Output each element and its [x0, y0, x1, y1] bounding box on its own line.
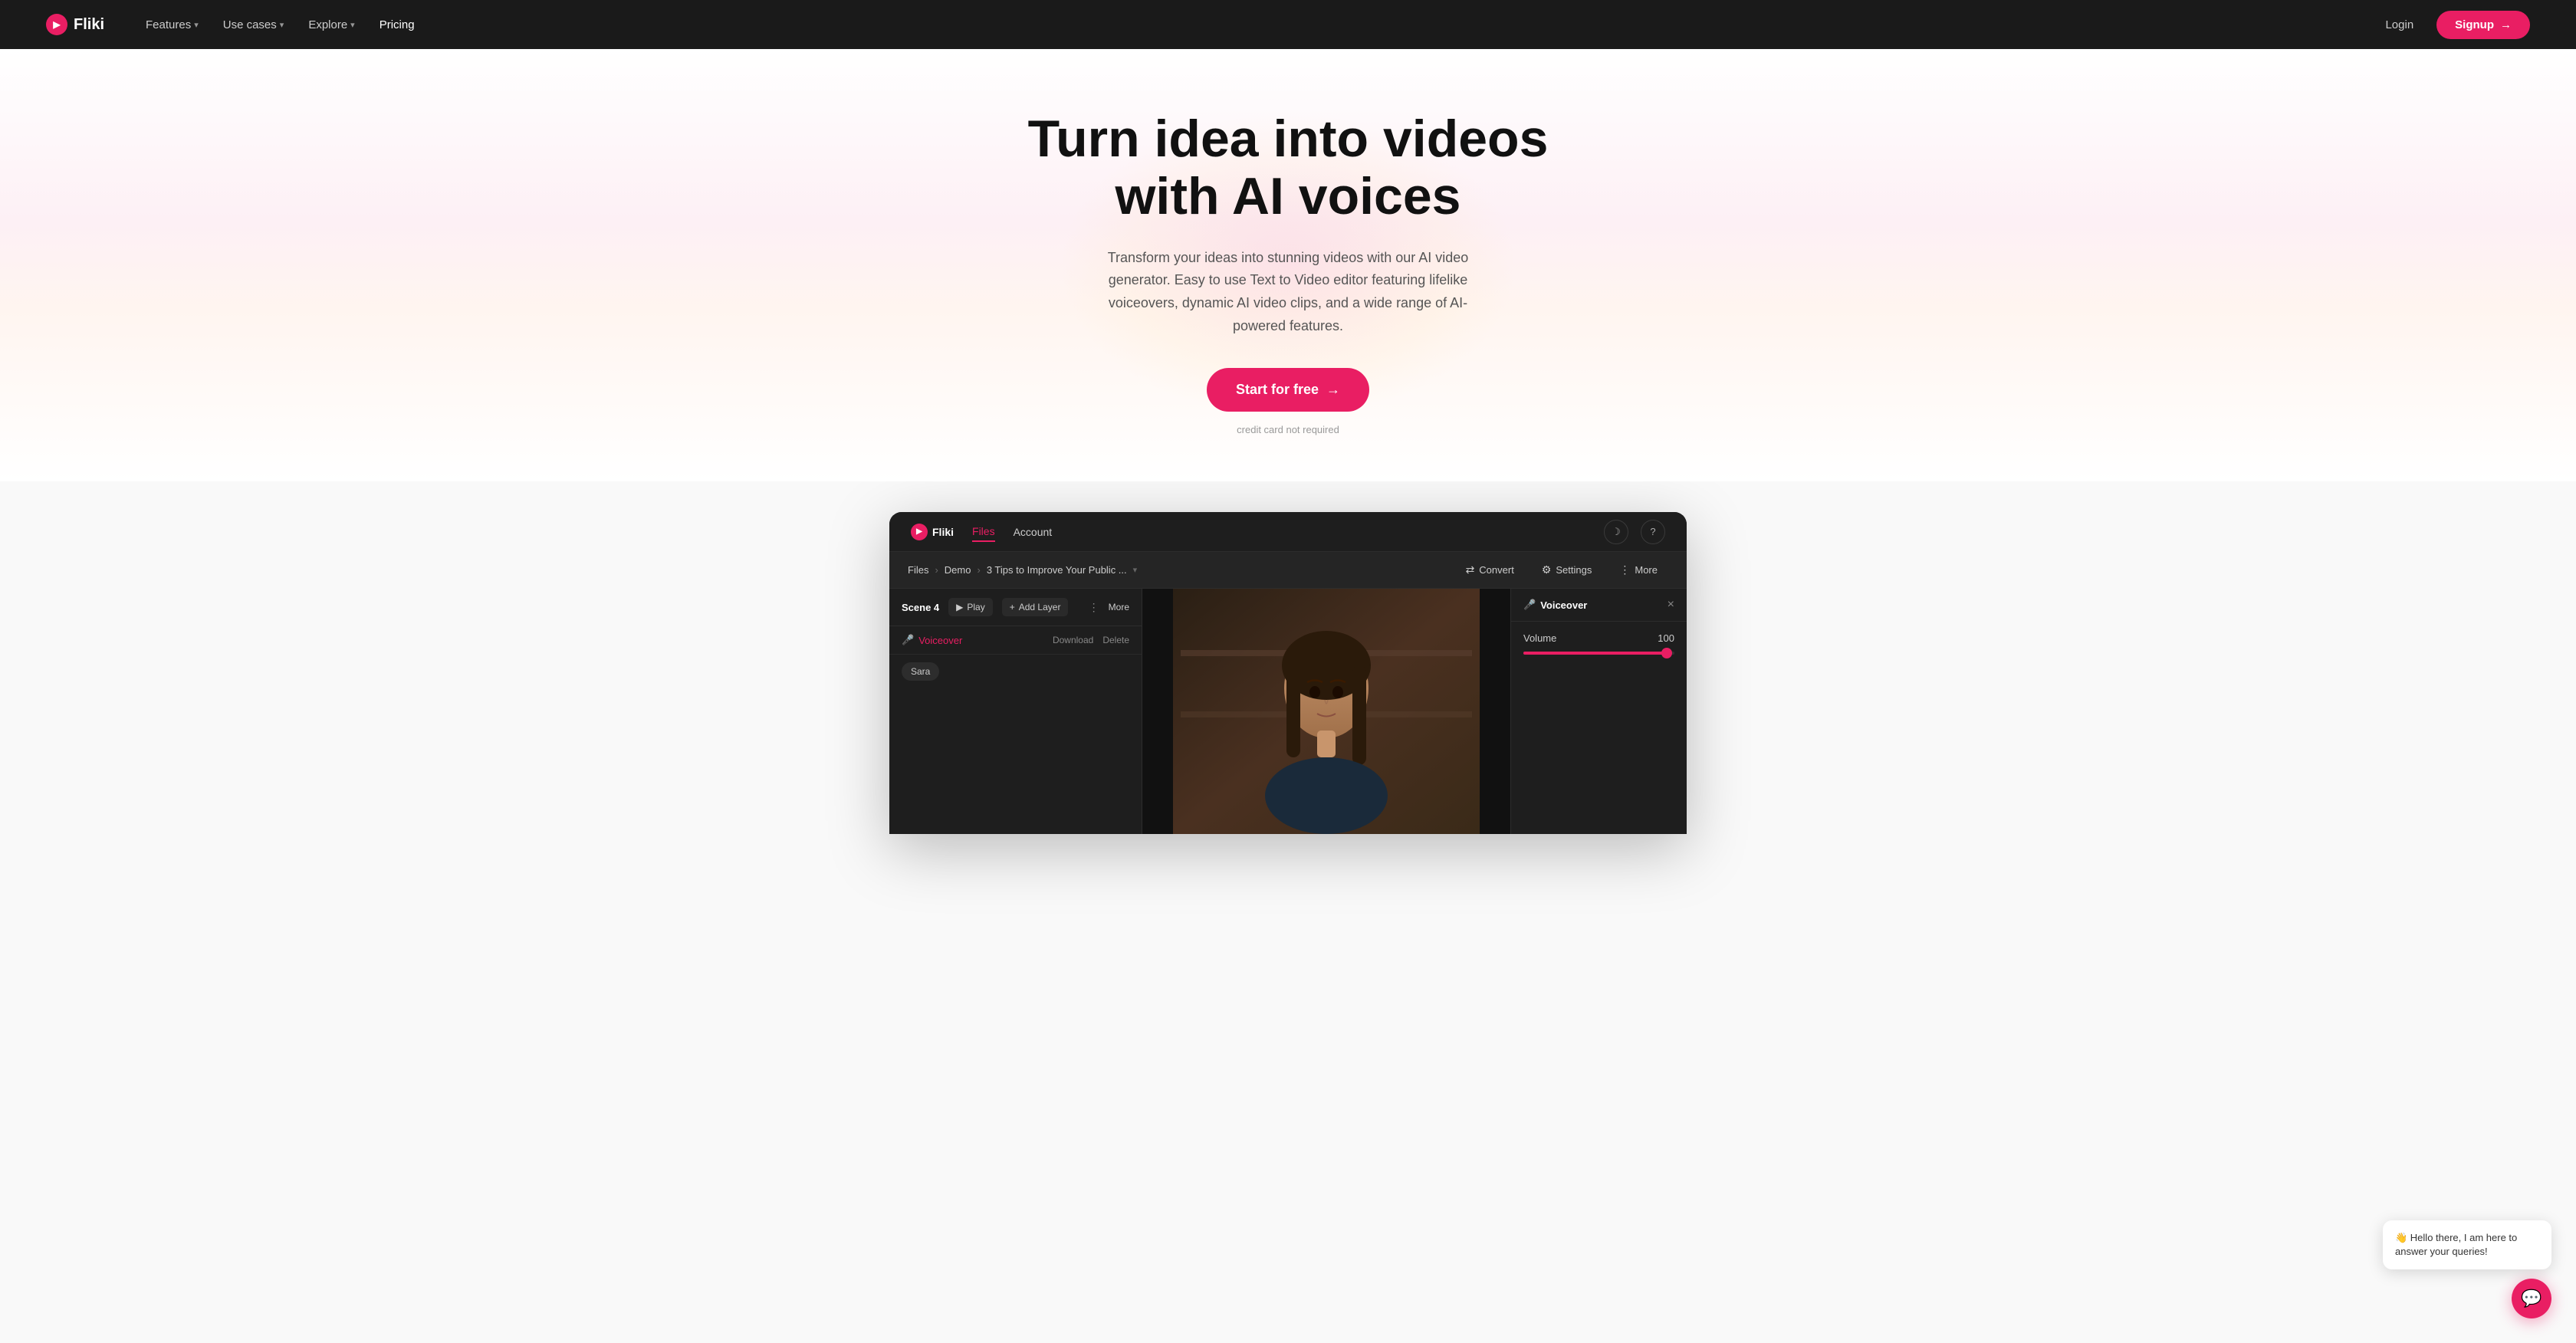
app-right-panel: 🎤 Voiceover × Volume 100 [1510, 589, 1687, 834]
settings-icon: ⚙ [1542, 563, 1552, 576]
convert-button[interactable]: ⇄ Convert [1455, 559, 1525, 581]
voiceover-label[interactable]: 🎤 Voiceover [902, 634, 962, 646]
breadcrumb-current[interactable]: 3 Tips to Improve Your Public ... [987, 564, 1127, 576]
microphone-icon: 🎤 [1523, 599, 1536, 611]
close-button[interactable]: × [1668, 598, 1674, 612]
arrow-icon: → [2500, 18, 2512, 31]
voiceover-row: 🎤 Voiceover Download Delete [889, 626, 1142, 655]
voiceover-panel-title: 🎤 Voiceover [1523, 599, 1587, 611]
volume-value: 100 [1658, 632, 1674, 644]
fliki-logo-icon: ▶ [46, 14, 67, 35]
breadcrumb-separator: › [935, 564, 938, 576]
nav-menu: Features ▾ Use cases ▾ Explore ▾ Pricing [135, 12, 426, 38]
app-video-panel [1142, 589, 1510, 834]
breadcrumb: Files › Demo › 3 Tips to Improve Your Pu… [908, 564, 1137, 576]
app-preview-section: ▶ Fliki Files Account ☽ ? Files › Demo ›… [0, 481, 2576, 834]
chat-bubble: 👋 Hello there, I am here to answer your … [2383, 1220, 2551, 1269]
app-logo[interactable]: ▶ Fliki [911, 524, 954, 540]
chevron-down-icon: ▾ [280, 20, 284, 30]
navbar: ▶ Fliki Features ▾ Use cases ▾ Explore ▾… [0, 0, 2576, 49]
volume-slider-thumb [1661, 648, 1672, 658]
tab-account[interactable]: Account [1014, 523, 1053, 541]
volume-label: Volume [1523, 632, 1556, 644]
breadcrumb-demo[interactable]: Demo [945, 564, 971, 576]
app-topbar-left: ▶ Fliki Files Account [911, 522, 1052, 542]
hero-note: credit card not required [1237, 424, 1339, 435]
nav-item-use-cases[interactable]: Use cases ▾ [212, 12, 295, 38]
nav-left: ▶ Fliki Features ▾ Use cases ▾ Explore ▾… [46, 12, 426, 38]
scene-label: Scene 4 [902, 602, 939, 613]
voiceover-actions: Download Delete [1053, 635, 1129, 645]
add-layer-button[interactable]: + Add Layer [1002, 598, 1069, 616]
chevron-down-icon: ▾ [194, 20, 199, 30]
more-button[interactable]: ⋮ More [1608, 559, 1668, 581]
nav-item-pricing[interactable]: Pricing [369, 12, 426, 38]
hero-subtitle: Transform your ideas into stunning video… [1089, 247, 1487, 338]
download-action[interactable]: Download [1053, 635, 1093, 645]
delete-action[interactable]: Delete [1102, 635, 1129, 645]
app-content: Scene 4 ▶ Play + Add Layer ⋮ More 🎤 [889, 589, 1687, 834]
add-icon: + [1010, 602, 1015, 612]
more-options-icon[interactable]: ⋮ [1089, 601, 1099, 614]
signup-button[interactable]: Signup → [2436, 11, 2530, 39]
video-thumbnail [1142, 589, 1510, 834]
scene-header: Scene 4 ▶ Play + Add Layer ⋮ More [889, 589, 1142, 626]
breadcrumb-actions: ⇄ Convert ⚙ Settings ⋮ More [1455, 559, 1668, 581]
sara-badge[interactable]: Sara [902, 662, 939, 681]
chat-open-button[interactable]: 💬 [2512, 1279, 2551, 1318]
dark-mode-button[interactable]: ☽ [1604, 520, 1628, 544]
convert-icon: ⇄ [1466, 563, 1475, 576]
volume-slider-fill [1523, 652, 1667, 655]
chat-widget: 👋 Hello there, I am here to answer your … [2383, 1220, 2551, 1318]
nav-item-explore[interactable]: Explore ▾ [297, 12, 365, 38]
hero-cta-button[interactable]: Start for free → [1207, 368, 1369, 412]
volume-row: Volume 100 [1511, 622, 1687, 652]
app-topbar: ▶ Fliki Files Account ☽ ? [889, 512, 1687, 552]
hero-section: Turn idea into videos with AI voices Tra… [0, 49, 2576, 481]
play-icon: ▶ [956, 602, 963, 612]
voiceover-panel-header: 🎤 Voiceover × [1511, 589, 1687, 622]
arrow-icon: → [1326, 382, 1340, 398]
hero-title: Turn idea into videos with AI voices [1028, 110, 1549, 225]
nav-logo[interactable]: ▶ Fliki [46, 14, 104, 35]
chevron-down-icon[interactable]: ▾ [1133, 565, 1138, 575]
chevron-down-icon: ▾ [350, 20, 355, 30]
volume-slider[interactable] [1523, 652, 1674, 655]
app-breadcrumb-bar: Files › Demo › 3 Tips to Improve Your Pu… [889, 552, 1687, 589]
app-left-panel: Scene 4 ▶ Play + Add Layer ⋮ More 🎤 [889, 589, 1142, 834]
breadcrumb-files[interactable]: Files [908, 564, 928, 576]
more-icon: ⋮ [1619, 563, 1630, 576]
microphone-icon: 🎤 [902, 634, 914, 646]
play-button[interactable]: ▶ Play [948, 598, 993, 616]
help-button[interactable]: ? [1641, 520, 1665, 544]
breadcrumb-separator: › [977, 564, 980, 576]
tab-files[interactable]: Files [972, 522, 995, 542]
app-logo-icon: ▶ [911, 524, 928, 540]
settings-button[interactable]: ⚙ Settings [1531, 559, 1603, 581]
login-button[interactable]: Login [2374, 12, 2424, 38]
app-window: ▶ Fliki Files Account ☽ ? Files › Demo ›… [889, 512, 1687, 834]
nav-item-features[interactable]: Features ▾ [135, 12, 209, 38]
app-topbar-right: ☽ ? [1604, 520, 1665, 544]
volume-slider-container [1511, 652, 1687, 665]
more-options-label[interactable]: More [1109, 602, 1129, 612]
nav-right: Login Signup → [2374, 11, 2530, 39]
chat-icon: 💬 [2521, 1289, 2542, 1309]
